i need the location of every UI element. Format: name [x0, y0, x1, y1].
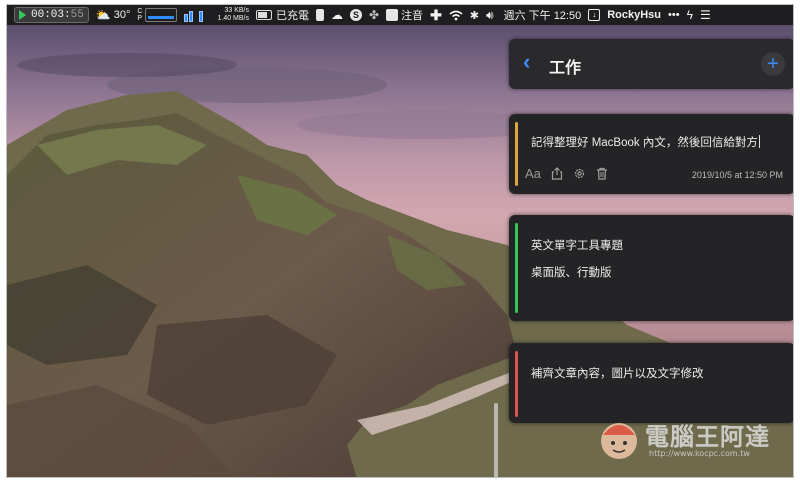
- add-cross-icon[interactable]: ✚: [430, 7, 442, 24]
- timer-value: 00:03: [31, 9, 65, 21]
- folder-title: 工作: [549, 60, 582, 77]
- notes-header: ‹ 工作 +: [509, 39, 793, 89]
- network-speed[interactable]: 33 KB/s 1.40 MB/s: [217, 7, 249, 23]
- net-down-speed: 1.40 MB/s: [217, 15, 249, 22]
- battery-status: 已充電: [276, 10, 309, 22]
- settings-gear-icon[interactable]: [573, 167, 586, 180]
- note-timestamp: 2019/10/5 at 12:50 PM: [691, 170, 783, 180]
- watermark-title: 電腦王阿達: [645, 423, 770, 451]
- fan-icon[interactable]: ✤: [369, 8, 379, 22]
- note-line: 英文單字工具專題: [531, 240, 623, 252]
- net-up-speed: 33 KB/s: [224, 7, 249, 14]
- note-text: 補齊文章內容，圖片以及文字修改: [531, 368, 704, 380]
- cloud-sync-icon[interactable]: ☁: [331, 8, 343, 22]
- note-card[interactable]: 記得整理好 MacBook 內文，然後回信給對方 Aa 2019/10/5 at…: [509, 114, 793, 194]
- site-watermark: 電腦王阿達 http://www.kocpc.com.tw: [593, 409, 793, 469]
- trash-icon[interactable]: [596, 167, 608, 180]
- skype-icon[interactable]: S: [350, 9, 362, 21]
- more-menu[interactable]: •••: [668, 9, 680, 21]
- wifi-icon[interactable]: [449, 10, 463, 21]
- download-icon[interactable]: ↓: [588, 9, 601, 21]
- flash-icon[interactable]: ϟ: [687, 8, 693, 22]
- battery-icon: [256, 10, 272, 20]
- input-method-menu[interactable]: 注音: [386, 7, 423, 23]
- font-button[interactable]: Aa: [525, 166, 541, 181]
- note-color-stripe: [515, 351, 518, 417]
- input-method-label: 注音: [401, 10, 424, 22]
- cpu-monitor[interactable]: CP: [137, 8, 178, 22]
- temperature: 30°: [113, 9, 131, 21]
- timer-seconds: 55: [70, 9, 84, 21]
- mascot-logo: [601, 423, 637, 459]
- bluetooth-icon[interactable]: ✱: [470, 9, 479, 22]
- input-method-icon: [386, 9, 399, 21]
- note-text-editor[interactable]: 記得整理好 MacBook 內文，然後回信給對方: [531, 134, 760, 150]
- weather-widget[interactable]: ⛅ 30°: [96, 8, 131, 22]
- plus-icon: +: [767, 53, 779, 75]
- note-card[interactable]: 英文單字工具專題 桌面版、行動版: [509, 215, 793, 321]
- note-text: 記得整理好 MacBook 內文，然後回信給對方: [531, 137, 758, 149]
- username: RockyHsu: [607, 9, 662, 21]
- user-menu[interactable]: RockyHsu: [607, 9, 661, 21]
- more-dots-icon: •••: [668, 9, 680, 21]
- note-color-stripe: [515, 223, 518, 313]
- note-line: 桌面版、行動版: [531, 267, 612, 279]
- share-icon[interactable]: [551, 167, 563, 180]
- add-note-button[interactable]: +: [761, 52, 785, 76]
- battery-widget[interactable]: 已充電: [256, 7, 309, 23]
- note-toolbar: Aa: [525, 166, 608, 181]
- menu-bar: 00:03:55 ⛅ 30° CP 33 KB/s 1.40 MB/s 已充電 …: [7, 5, 793, 25]
- play-icon: [19, 10, 26, 20]
- clock[interactable]: 週六 下午 12:50: [504, 7, 582, 23]
- disk-bars-icon: [199, 9, 204, 22]
- timer-widget[interactable]: 00:03:55: [14, 7, 89, 23]
- menu-list-icon[interactable]: ☰: [700, 8, 711, 22]
- scroll-handle[interactable]: [494, 403, 498, 477]
- screenshot-frame: 00:03:55 ⛅ 30° CP 33 KB/s 1.40 MB/s 已充電 …: [6, 4, 794, 478]
- cpu-graph: [145, 8, 178, 22]
- note-color-stripe: [515, 122, 518, 186]
- phone-icon[interactable]: [316, 9, 324, 21]
- volume-icon[interactable]: 🔊︎: [486, 8, 494, 23]
- watermark-url: http://www.kocpc.com.tw: [649, 449, 750, 458]
- memory-bars-icon: [184, 9, 194, 22]
- text-caret: [758, 135, 760, 148]
- sun-cloud-icon: ⛅: [95, 8, 111, 22]
- memory-monitor[interactable]: [184, 9, 204, 22]
- datetime: 週六 下午 12:50: [503, 10, 582, 22]
- chevron-left-icon[interactable]: ‹: [523, 51, 530, 73]
